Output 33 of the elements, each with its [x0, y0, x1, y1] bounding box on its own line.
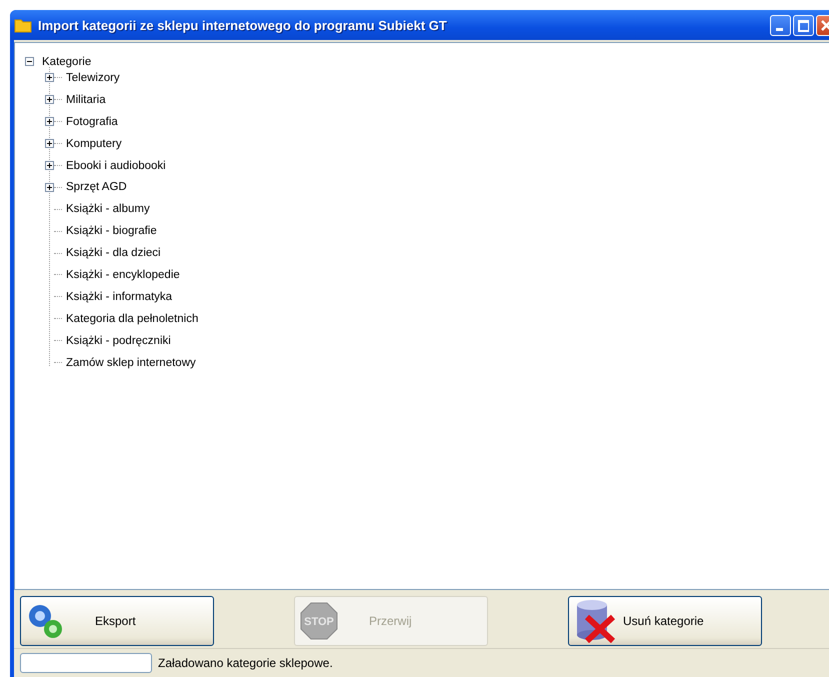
expand-icon[interactable]	[45, 182, 54, 192]
tree-item[interactable]: Kategoria dla pełnoletnich	[64, 312, 200, 326]
expand-icon[interactable]	[45, 73, 54, 82]
window-title: Import kategorii ze sklepu internetowego do programu Subiekt GT	[38, 18, 447, 32]
tree-item[interactable]: Zamów sklep internetowy	[64, 356, 198, 370]
tree-item[interactable]: Sprzęt AGD	[64, 180, 129, 194]
tree-item[interactable]: Książki - albumy	[64, 202, 152, 216]
tree-item[interactable]: Książki - biografie	[64, 224, 159, 238]
tree-item[interactable]: Książki - encyklopedie	[64, 268, 182, 282]
tree-item[interactable]: Kategorie	[40, 54, 94, 68]
delete-button[interactable]: Usuń kategorie	[568, 596, 762, 646]
tree-item[interactable]: Książki - podręczniki	[64, 334, 173, 348]
tree-item[interactable]: Fotografia	[64, 114, 120, 129]
maximize-icon	[798, 20, 809, 32]
minimize-icon	[776, 28, 783, 30]
tree-item[interactable]: Książki - informatyka	[64, 290, 174, 304]
stop-icon: STOP	[299, 601, 339, 641]
tree-item[interactable]: Ebooki i audiobooki	[64, 158, 168, 172]
expand-icon[interactable]	[45, 95, 54, 104]
minimize-button[interactable]	[770, 14, 791, 36]
expand-icon[interactable]	[45, 161, 54, 170]
status-message: Załadowano kategorie sklepowe.	[158, 656, 333, 670]
maximize-button[interactable]	[793, 14, 814, 36]
collapse-icon[interactable]	[25, 57, 34, 66]
tree-item[interactable]: Militaria	[64, 92, 108, 107]
folder-icon	[14, 17, 32, 33]
tree-item[interactable]: Komputery	[64, 136, 124, 151]
tree-item[interactable]: Książki - dla dzieci	[64, 246, 163, 260]
export-button[interactable]: Eksport	[20, 596, 214, 646]
tree-item[interactable]: Telewizory	[64, 70, 122, 85]
expand-icon[interactable]	[45, 139, 54, 148]
close-icon	[821, 20, 829, 30]
expand-icon[interactable]	[45, 117, 54, 126]
